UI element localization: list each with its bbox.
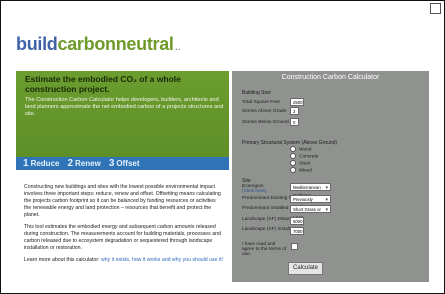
step-3: 3 Offset xyxy=(108,158,140,169)
logo-carbonneutral: carbonneutral xyxy=(57,34,174,54)
landscape-disturbed-input[interactable]: 5000 xyxy=(290,217,304,225)
calculate-button[interactable]: Calculate xyxy=(288,262,323,275)
hero-description: The Construction Carbon Calculator helps… xyxy=(25,97,224,117)
radio-concrete[interactable]: Concrete xyxy=(290,153,318,159)
predominant-installed-select[interactable]: Short Grass or Lawn xyxy=(290,205,331,220)
radio-steel[interactable]: Steel xyxy=(290,160,310,166)
stories-above-label: Stories Above Grade xyxy=(242,109,287,114)
steps-bar: 1 Reduce 2 Renew 3 Offset xyxy=(16,157,229,170)
terms-checkbox[interactable] xyxy=(291,243,298,250)
total-sqft-input[interactable]: 2500 xyxy=(290,98,304,106)
predominant-existing-select[interactable]: Previously Developed xyxy=(290,195,331,210)
calculator-panel: Construction Carbon Calculator Building … xyxy=(232,71,429,282)
ecoregion-select[interactable]: Mediterranean California xyxy=(290,183,331,198)
info-text: Constructing new buildings and sites wit… xyxy=(24,184,224,269)
step-2: 2 Renew xyxy=(67,158,101,169)
step-1: 1 Reduce xyxy=(23,158,60,169)
landscape-installed-input[interactable]: 7000 xyxy=(290,227,304,235)
calculator-title: Construction Carbon Calculator xyxy=(232,71,429,84)
corner-checkbox[interactable] xyxy=(430,3,441,14)
stories-below-label: Stories Below Ground xyxy=(242,120,289,125)
terms-label: I have read and agree to the terms of us… xyxy=(242,242,287,257)
ecoregion-link[interactable]: (Click here) xyxy=(242,189,267,194)
radio-mixed[interactable]: Mixed xyxy=(290,167,312,173)
learn-more-links[interactable]: why it exists, how it works and why you … xyxy=(101,257,223,263)
stories-below-input[interactable]: 0 xyxy=(290,118,299,126)
paragraph-2: This tool estimates the embodied energy … xyxy=(24,224,221,251)
paragraph-3: Learn more about this calculator: why it… xyxy=(24,257,223,263)
radio-concrete-dot[interactable] xyxy=(290,153,296,159)
total-sqft-label: Total Square Feet xyxy=(242,100,280,105)
radio-steel-dot[interactable] xyxy=(290,160,296,166)
logo-suffix: .. xyxy=(174,39,181,53)
hero-panel: Estimate the embodied CO₂ of a whole con… xyxy=(16,71,229,157)
stories-above-input[interactable]: 2 xyxy=(290,107,299,115)
landscape-installed-label: Landscape (SF) Installed xyxy=(242,227,296,232)
logo-build: build xyxy=(16,34,58,54)
radio-wood-dot[interactable] xyxy=(290,146,296,152)
building-size-label: Building Size xyxy=(242,90,271,96)
hero-title: Estimate the embodied CO₂ of a whole con… xyxy=(25,74,181,94)
radio-wood[interactable]: Wood xyxy=(290,146,311,152)
paragraph-1: Constructing new buildings and sites wit… xyxy=(24,184,221,218)
site-logo[interactable]: buildcarbonneutral.. xyxy=(16,34,181,55)
radio-mixed-dot[interactable] xyxy=(290,167,296,173)
